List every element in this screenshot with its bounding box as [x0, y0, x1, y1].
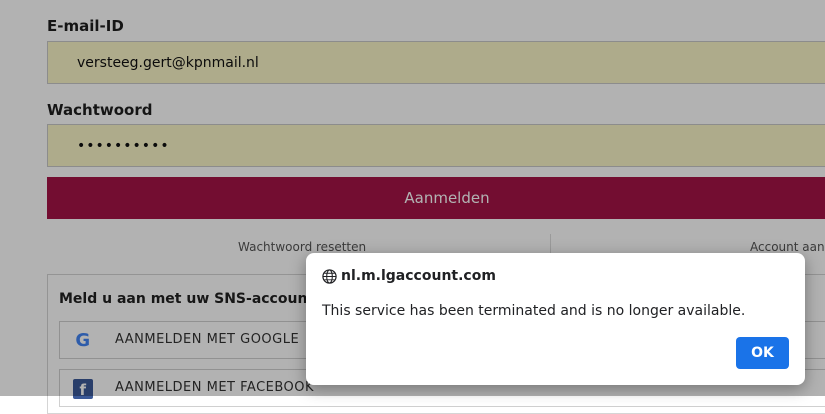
alert-dialog: nl.m.lgaccount.com This service has been… [306, 253, 805, 385]
globe-icon [322, 269, 337, 284]
dialog-message: This service has been terminated and is … [322, 303, 746, 319]
dialog-title: nl.m.lgaccount.com [341, 268, 496, 284]
ok-button[interactable]: OK [736, 337, 789, 369]
